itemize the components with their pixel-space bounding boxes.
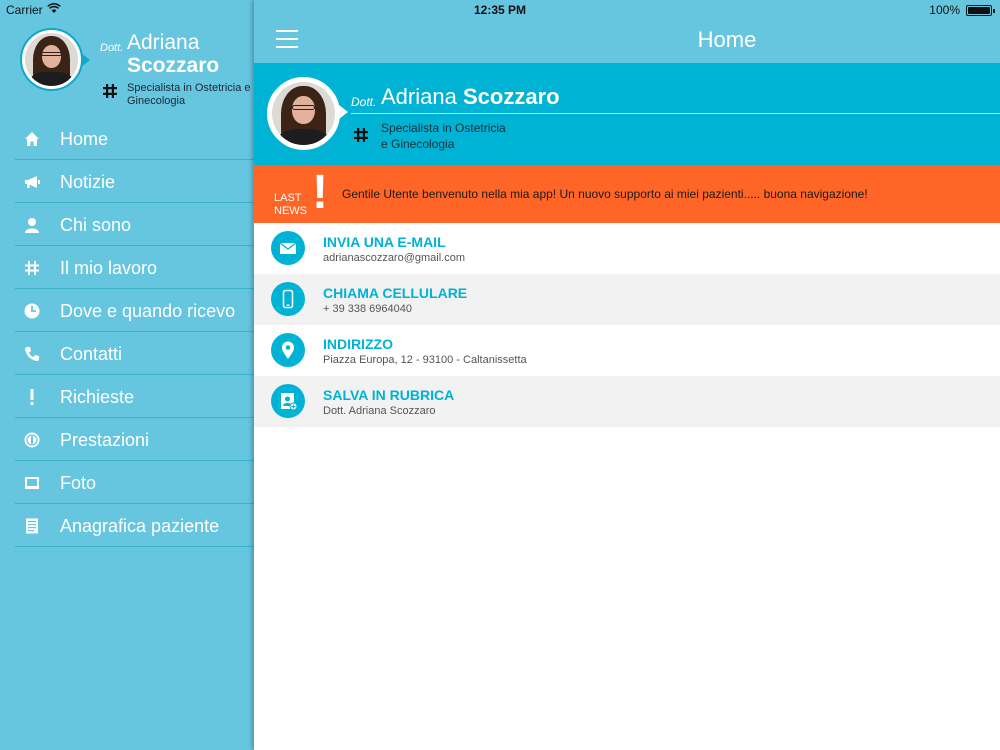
status-bar: Carrier 12:35 PM 100% (0, 0, 1000, 20)
doctor-specialty: Specialista in Ostetricia e Ginecologia (381, 121, 506, 151)
avatar (20, 28, 83, 91)
battery-icon (966, 5, 995, 16)
photo-icon (25, 477, 39, 489)
sidebar-item-label: Dove e quando ricevo (60, 301, 236, 321)
exclamation-icon (30, 389, 34, 405)
sidebar-item-label: Foto (60, 473, 97, 493)
list-item-subtitle: Piazza Europa, 12 - 93100 - Caltanissett… (323, 354, 527, 366)
sidebar-item-foto[interactable]: Foto (15, 461, 254, 504)
list-item-title: CHIAMA CELLULARE (323, 285, 468, 301)
add-contact-icon (271, 384, 305, 418)
person-icon (25, 218, 39, 233)
title-prefix: Dott. (100, 42, 124, 54)
sidebar-item-dove-e-quando-ricevo[interactable]: Dove e quando ricevo (15, 289, 254, 332)
exclamation-icon: ! (312, 166, 328, 219)
sidebar-item-home[interactable]: Home (15, 117, 254, 160)
sidebar-item-label: Contatti (60, 344, 123, 364)
news-banner[interactable]: LAST NEWS ! Gentile Utente benvenuto nel… (254, 165, 1000, 223)
hamburger-menu-icon[interactable] (276, 30, 298, 48)
doctor-first-name: Adriana (127, 31, 200, 54)
sidebar-item-label: Prestazioni (60, 430, 150, 450)
home-icon (25, 132, 39, 146)
main-content: Home Dott. Adriana Scozzaro Specialista … (254, 0, 1000, 750)
doctor-header: Dott. Adriana Scozzaro Specialista in Os… (254, 63, 1000, 165)
sidebar: Dott. Adriana Scozzaro Specialista in Os… (0, 0, 254, 750)
list-item-title: INDIRIZZO (323, 336, 393, 352)
sidebar-item-label: Home (60, 129, 109, 149)
medical-cross-icon (103, 84, 117, 98)
sidebar-menu: Home Notizie Chi sono Il mio lavoro Dove… (15, 117, 254, 547)
divider (351, 113, 1000, 114)
sidebar-item-contatti[interactable]: Contatti (15, 332, 254, 375)
sidebar-item-label: Anagrafica paziente (60, 516, 220, 536)
document-icon (26, 518, 38, 534)
list-item-subtitle: + 39 338 6964040 (323, 303, 413, 315)
sidebar-item-chi-sono[interactable]: Chi sono (15, 203, 254, 246)
clock-icon (24, 303, 40, 319)
megaphone-icon (25, 176, 40, 188)
doctor-specialty: Specialista in Ostetricia e Ginecologia (127, 82, 251, 107)
mail-icon (271, 231, 305, 265)
phone-icon (25, 347, 39, 361)
avatar (267, 77, 340, 150)
sidebar-item-label: Chi sono (60, 215, 132, 235)
sidebar-profile: Dott. Adriana Scozzaro Specialista in Os… (20, 28, 254, 112)
sidebar-item-anagrafica-paziente[interactable]: Anagrafica paziente (15, 504, 254, 547)
sidebar-item-il-mio-lavoro[interactable]: Il mio lavoro (15, 246, 254, 289)
list-item-title: INVIA UNA E-MAIL (323, 234, 446, 250)
last-news-label: LAST NEWS (274, 192, 307, 217)
doctor-last-name: Scozzaro (127, 54, 220, 77)
coin-icon (24, 432, 40, 448)
news-text: Gentile Utente benvenuto nella mia app! … (342, 187, 868, 201)
list-item-subtitle: Dott. Adriana Scozzaro (323, 405, 436, 417)
call-mobile-row[interactable]: CHIAMA CELLULARE + 39 338 6964040 (254, 274, 1000, 325)
mobile-phone-icon (271, 282, 305, 316)
contact-list: INVIA UNA E-MAIL adrianascozzaro@gmail.c… (254, 223, 1000, 427)
battery-percentage: 100% (929, 3, 960, 17)
save-contact-row[interactable]: SALVA IN RUBRICA Dott. Adriana Scozzaro (254, 376, 1000, 427)
location-pin-icon (271, 333, 305, 367)
clock-time: 12:35 PM (473, 3, 527, 17)
page-title: Home (697, 27, 757, 52)
sidebar-item-prestazioni[interactable]: Prestazioni (15, 418, 254, 461)
list-item-title: SALVA IN RUBRICA (323, 387, 455, 403)
sidebar-item-label: Richieste (60, 387, 135, 407)
medical-cross-icon (25, 261, 39, 275)
sidebar-item-richieste[interactable]: Richieste (15, 375, 254, 418)
list-item-subtitle: adrianascozzaro@gmail.com (323, 252, 466, 264)
sidebar-item-notizie[interactable]: Notizie (15, 160, 254, 203)
address-row[interactable]: INDIRIZZO Piazza Europa, 12 - 93100 - Ca… (254, 325, 1000, 376)
medical-cross-icon (354, 128, 368, 142)
title-prefix: Dott. (351, 95, 377, 109)
sidebar-item-label: Notizie (60, 172, 116, 192)
doctor-name: Adriana Scozzaro (381, 84, 560, 109)
send-email-row[interactable]: INVIA UNA E-MAIL adrianascozzaro@gmail.c… (254, 223, 1000, 274)
sidebar-item-label: Il mio lavoro (60, 258, 158, 278)
